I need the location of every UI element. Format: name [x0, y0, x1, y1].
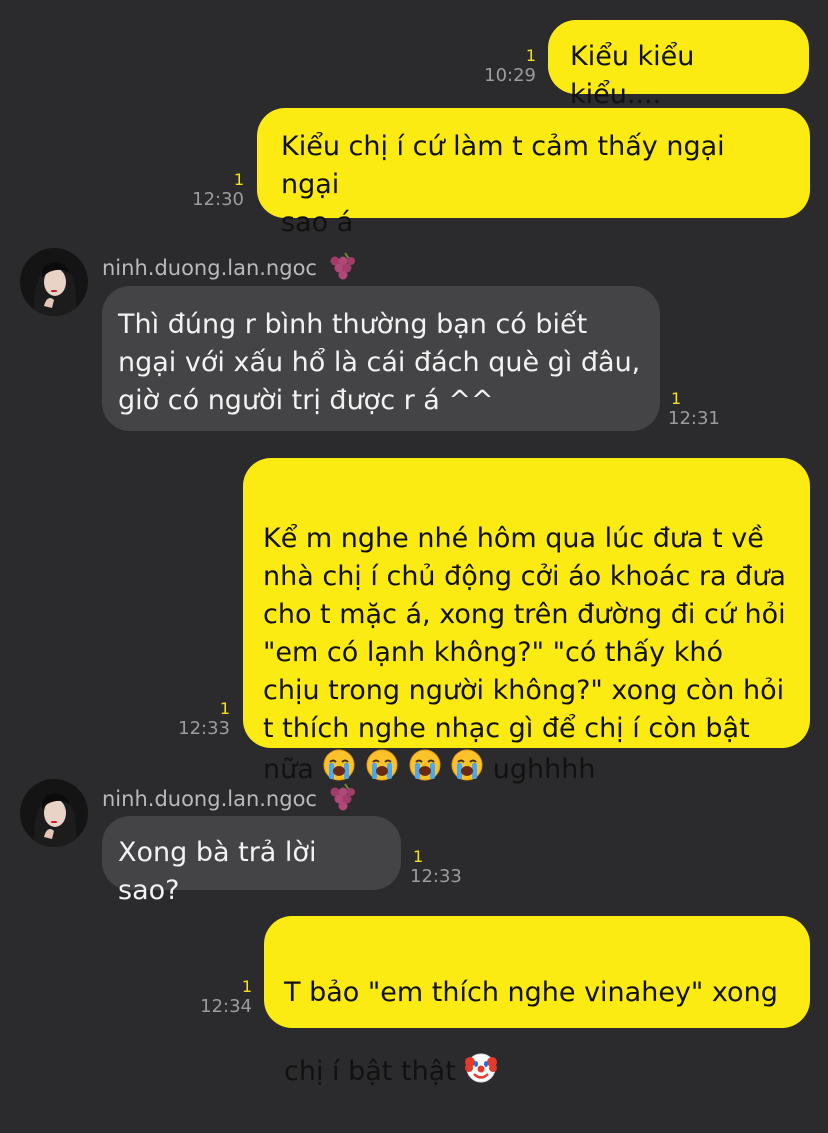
message-meta: 1 12:31 [668, 390, 728, 430]
message-time: 12:34 [200, 996, 252, 1017]
message-bubble[interactable]: Kiểu kiểu kiểu.... [548, 20, 809, 110]
loudly-crying-face-icon [450, 748, 484, 793]
message-bubble[interactable]: Kiểu chị í cứ làm t cảm thấy ngại ngại s… [257, 108, 810, 238]
message-text-tail: nữa [263, 754, 314, 785]
message-meta: 1 12:33 [410, 848, 470, 888]
message-time: 12:33 [178, 718, 230, 739]
clown-face-icon [464, 1050, 498, 1095]
unread-count: 1 [219, 699, 230, 718]
message-last-line: chị í bật thật [284, 1050, 790, 1095]
message-bubble[interactable]: Thì đúng r bình thường bạn có biết ngại … [102, 286, 660, 431]
loudly-crying-face-icon [365, 748, 399, 793]
message-text: T bảo "em thích nghe vinahey" xong [284, 977, 778, 1008]
message-meta: 1 12:30 [176, 171, 244, 211]
unread-count: 1 [671, 389, 682, 408]
message-meta: 1 12:34 [184, 978, 252, 1018]
sender-name: ninh.duong.lan.ngoc [102, 782, 357, 818]
message-time: 12:31 [668, 408, 720, 429]
sender-name-text: ninh.duong.lan.ngoc [102, 787, 317, 811]
sender-name: ninh.duong.lan.ngoc [102, 251, 357, 287]
message-meta: 1 12:33 [162, 700, 230, 740]
message-time: 12:30 [192, 189, 244, 210]
message-time: 12:33 [410, 866, 462, 887]
sender-name-text: ninh.duong.lan.ngoc [102, 256, 317, 280]
grape-icon [325, 782, 357, 818]
message-bubble[interactable]: T bảo "em thích nghe vinahey" xong chị í… [264, 916, 810, 1087]
unread-count: 1 [413, 847, 424, 866]
unread-count: 1 [233, 170, 244, 189]
message-meta: 1 10:29 [470, 47, 536, 87]
message-time: 10:29 [484, 65, 536, 86]
avatar[interactable] [20, 779, 88, 847]
message-text: Kể m nghe nhé hôm qua lúc đưa t về nhà c… [263, 523, 786, 744]
message-text-tail-2: ughhhh [492, 754, 596, 785]
avatar[interactable] [20, 248, 88, 316]
message-text-tail: chị í bật thật [284, 1056, 456, 1087]
unread-count: 1 [241, 977, 252, 996]
message-bubble[interactable]: Xong bà trả lời sao? [102, 816, 401, 906]
unread-count: 1 [525, 46, 536, 65]
loudly-crying-face-icon [408, 748, 442, 793]
message-bubble[interactable]: Kể m nghe nhé hôm qua lúc đưa t về nhà c… [243, 458, 810, 785]
grape-icon [325, 251, 357, 287]
